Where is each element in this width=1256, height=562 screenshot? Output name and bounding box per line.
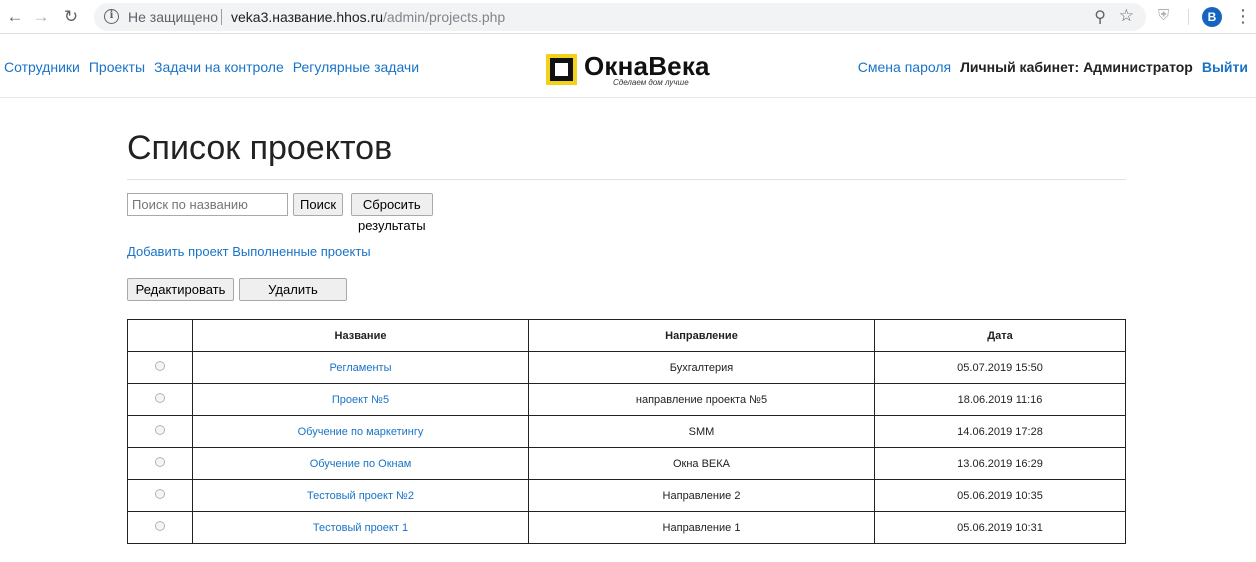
table-row: Обучение по маркетингу SMM 14.06.2019 17… [127, 415, 1126, 448]
menu-kebab-icon[interactable]: ⋮ [1234, 6, 1252, 26]
direction-cell: Окна ВЕКА [528, 447, 875, 480]
table-header-row: Название Направление Дата [127, 319, 1126, 352]
date-cell: 05.06.2019 10:35 [874, 479, 1126, 512]
nav-employees[interactable]: Сотрудники [4, 59, 80, 75]
direction-cell: SMM [528, 415, 875, 448]
logo[interactable]: ОкнаВека Сделаем дом лучше [546, 51, 731, 88]
info-icon[interactable]: i [104, 9, 119, 24]
url-host: veka3.название.hhos.ru [231, 9, 384, 25]
nav-regular-tasks[interactable]: Регулярные задачи [293, 59, 419, 75]
address-separator [221, 9, 222, 25]
insecure-label: Не защищено [128, 9, 218, 25]
edit-button[interactable]: Редактировать [127, 278, 234, 301]
user-nav: Смена пароля Личный кабинет: Администрато… [858, 59, 1248, 75]
direction-cell: Направление 2 [528, 479, 875, 512]
completed-projects-link[interactable]: Выполненные проекты [232, 244, 370, 259]
date-cell: 18.06.2019 11:16 [874, 383, 1126, 416]
name-cell: Обучение по Окнам [192, 447, 529, 480]
row-radio[interactable] [155, 360, 165, 371]
table-row: Проект №5 направление проекта №5 18.06.2… [127, 383, 1126, 416]
date-cell: 13.06.2019 16:29 [874, 447, 1126, 480]
row-select-cell [127, 351, 193, 384]
add-project-link[interactable]: Добавить проект [127, 244, 229, 259]
delete-button[interactable]: Удалить [239, 278, 347, 301]
toolbar-separator [1188, 9, 1189, 25]
change-password-link[interactable]: Смена пароля [858, 59, 951, 75]
url-path: /admin/projects.php [383, 9, 506, 25]
url-text[interactable]: veka3.название.hhos.ru/admin/projects.ph… [231, 9, 505, 25]
forward-arrow-icon[interactable]: → [30, 6, 52, 28]
column-header-name: Название [192, 319, 529, 352]
project-link[interactable]: Проект №5 [332, 394, 389, 406]
table-row: Регламенты Бухгалтерия 05.07.2019 15:50 [127, 351, 1126, 384]
column-header-direction: Направление [528, 319, 875, 352]
table-row: Тестовый проект №2 Направление 2 05.06.2… [127, 479, 1126, 512]
project-links: Добавить проект Выполненные проекты [127, 244, 371, 259]
project-link[interactable]: Тестовый проект №2 [307, 490, 414, 502]
projects-table: Название Направление Дата Регламенты Бух… [127, 319, 1126, 544]
logo-tagline: Сделаем дом лучше [613, 78, 689, 87]
name-cell: Обучение по маркетингу [192, 415, 529, 448]
row-radio[interactable] [155, 520, 165, 531]
project-link[interactable]: Обучение по Окнам [310, 458, 412, 470]
shield-extension-icon[interactable]: ⛨ [1158, 7, 1174, 25]
column-header-date: Дата [874, 319, 1126, 352]
logo-mark-inner [550, 58, 573, 81]
project-link[interactable]: Регламенты [330, 362, 392, 374]
page-title: Список проектов [127, 129, 393, 167]
main-nav: Сотрудники Проекты Задачи на контроле Регул… [4, 59, 428, 75]
date-cell: 05.07.2019 15:50 [874, 351, 1126, 384]
profile-avatar[interactable]: B [1202, 7, 1222, 27]
search-button[interactable]: Поиск [293, 193, 344, 216]
row-radio[interactable] [155, 424, 165, 435]
back-arrow-icon[interactable]: ← [4, 6, 26, 28]
reset-results-button[interactable]: Сбросить результаты [351, 193, 433, 233]
row-radio[interactable] [155, 392, 165, 403]
title-divider [127, 179, 1126, 180]
project-link[interactable]: Тестовый проект 1 [313, 522, 408, 534]
name-cell: Регламенты [192, 351, 529, 384]
row-select-cell [127, 383, 193, 416]
table-row: Тестовый проект 1 Направление 1 05.06.20… [127, 511, 1126, 544]
cabinet-label: Личный кабинет: Администратор [960, 59, 1193, 75]
search-input[interactable] [127, 193, 288, 216]
logout-link[interactable]: Выйти [1202, 59, 1248, 75]
column-header-select [127, 319, 193, 352]
row-radio[interactable] [155, 488, 165, 499]
row-select-cell [127, 415, 193, 448]
direction-cell: Направление 1 [528, 511, 875, 544]
row-radio[interactable] [155, 456, 165, 467]
nav-projects[interactable]: Проекты [89, 59, 145, 75]
date-cell: 05.06.2019 10:31 [874, 511, 1126, 544]
direction-cell: направление проекта №5 [528, 383, 875, 416]
site-header: Сотрудники Проекты Задачи на контроле Регул… [0, 34, 1256, 98]
row-select-cell [127, 479, 193, 512]
reload-icon[interactable]: ↻ [60, 6, 82, 28]
project-link[interactable]: Обучение по маркетингу [298, 426, 424, 438]
name-cell: Тестовый проект 1 [192, 511, 529, 544]
direction-cell: Бухгалтерия [528, 351, 875, 384]
row-select-cell [127, 511, 193, 544]
table-row: Обучение по Окнам Окна ВЕКА 13.06.2019 1… [127, 447, 1126, 480]
nav-control-tasks[interactable]: Задачи на контроле [154, 59, 284, 75]
name-cell: Проект №5 [192, 383, 529, 416]
browser-toolbar: ← → ↻ i Не защищено veka3.название.hhos.… [0, 0, 1256, 34]
zoom-icon[interactable]: ⚲ [1094, 7, 1106, 27]
name-cell: Тестовый проект №2 [192, 479, 529, 512]
address-bar[interactable]: i Не защищено veka3.название.hhos.ru/adm… [94, 3, 1146, 31]
bookmark-star-icon[interactable]: ☆ [1119, 6, 1134, 26]
row-select-cell [127, 447, 193, 480]
date-cell: 14.06.2019 17:28 [874, 415, 1126, 448]
